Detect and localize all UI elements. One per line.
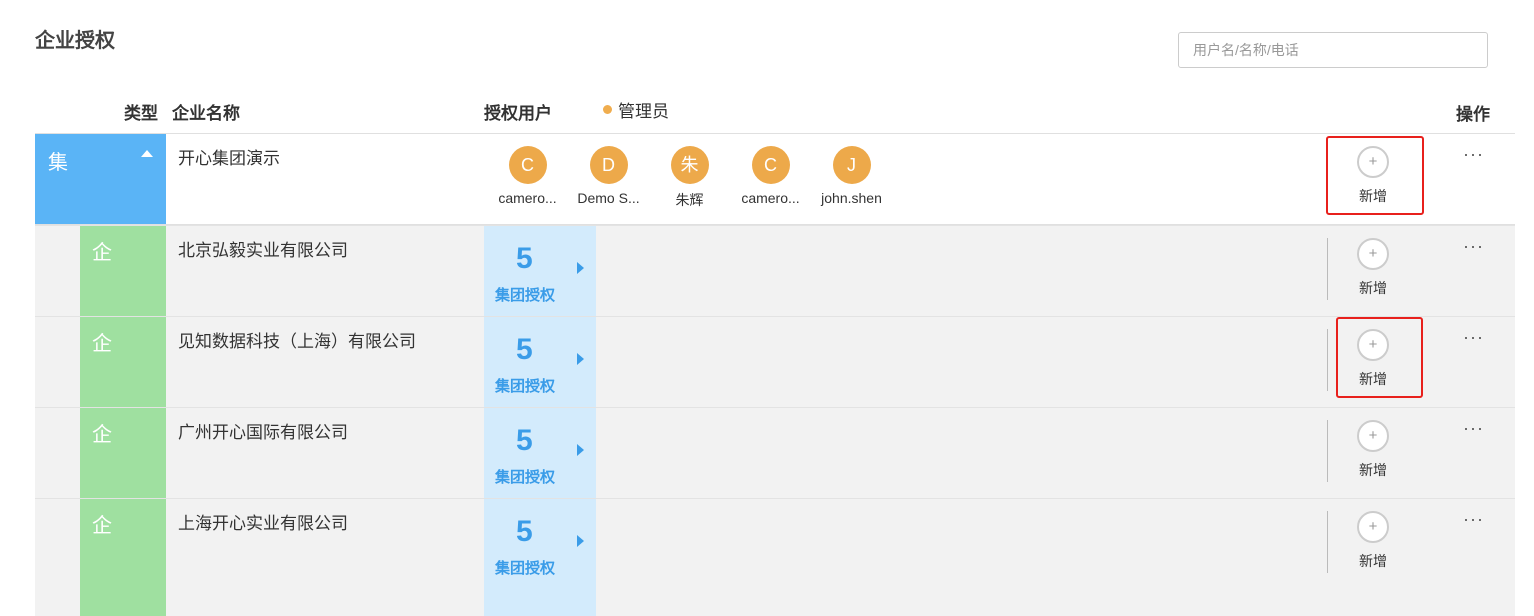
enterprise-type-label: 企	[92, 424, 112, 446]
add-button[interactable]: + 新增	[1342, 420, 1404, 480]
user-name: 朱辉	[675, 192, 704, 208]
user-item[interactable]: C camero...	[487, 146, 568, 210]
enterprise-row: 企 见知数据科技（上海）有限公司 5 集团授权 + 新增 ···	[35, 316, 1515, 407]
enterprise-row: 企 上海开心实业有限公司 5 集团授权 + 新增 ···	[35, 498, 1515, 616]
header-name: 企业名称	[172, 104, 240, 123]
divider	[1327, 420, 1328, 482]
auth-count: 5	[516, 424, 533, 457]
auth-label: 集团授权	[495, 287, 556, 304]
plus-icon[interactable]: +	[1357, 238, 1389, 270]
enterprise-type-label: 企	[92, 242, 112, 264]
collapse-caret-icon[interactable]	[141, 150, 153, 157]
auth-count: 5	[516, 242, 533, 275]
auth-count: 5	[516, 333, 533, 366]
more-options-icon[interactable]: ···	[1463, 509, 1484, 530]
expand-arrow-icon[interactable]	[577, 444, 584, 456]
expand-arrow-icon[interactable]	[577, 262, 584, 274]
user-item[interactable]: D Demo S...	[568, 146, 649, 210]
add-button[interactable]: + 新增	[1342, 511, 1404, 571]
plus-icon[interactable]: +	[1357, 420, 1389, 452]
group-name: 开心集团演示	[178, 149, 280, 168]
enterprise-name: 上海开心实业有限公司	[178, 514, 348, 533]
group-row: 集 开心集团演示 C camero... D Demo S... 朱 朱辉 C …	[35, 134, 1515, 225]
group-type-cell[interactable]: 集	[35, 134, 166, 224]
user-item[interactable]: C camero...	[730, 146, 811, 210]
avatar[interactable]: C	[508, 146, 547, 184]
add-label: 新增	[1359, 553, 1387, 569]
highlight-box	[1336, 317, 1423, 398]
highlight-box	[1326, 136, 1424, 215]
enterprise-name: 见知数据科技（上海）有限公司	[178, 332, 416, 351]
auth-label: 集团授权	[495, 469, 556, 486]
divider	[1327, 511, 1328, 573]
auth-label: 集团授权	[495, 378, 556, 395]
enterprise-row: 企 广州开心国际有限公司 5 集团授权 + 新增 ···	[35, 407, 1515, 498]
admin-legend: 管理员	[603, 97, 669, 122]
avatar[interactable]: C	[751, 146, 790, 184]
enterprise-type-cell: 企	[80, 408, 166, 498]
divider	[1327, 329, 1328, 391]
enterprise-type-cell: 企	[80, 317, 166, 407]
auth-label: 集团授权	[495, 560, 556, 577]
avatar[interactable]: D	[589, 146, 628, 184]
enterprise-type-cell: 企	[80, 499, 166, 616]
user-name: Demo S...	[577, 190, 640, 206]
user-name: camero...	[498, 190, 557, 206]
group-auth-cell[interactable]: 5 集团授权	[484, 317, 596, 407]
add-label: 新增	[1359, 280, 1387, 296]
more-options-icon[interactable]: ···	[1463, 327, 1484, 348]
auth-count: 5	[516, 515, 533, 548]
add-label: 新增	[1359, 462, 1387, 478]
header-users: 授权用户	[484, 104, 552, 123]
more-options-icon[interactable]: ···	[1463, 144, 1484, 165]
enterprise-name: 广州开心国际有限公司	[178, 423, 348, 442]
group-type-label: 集	[48, 152, 68, 174]
authorized-users: C camero... D Demo S... 朱 朱辉 C camero...…	[487, 146, 892, 210]
expand-arrow-icon[interactable]	[577, 353, 584, 365]
enterprise-name: 北京弘毅实业有限公司	[178, 241, 348, 260]
user-name: john.shen	[821, 190, 882, 206]
header-type: 类型	[124, 104, 158, 123]
enterprise-type-cell: 企	[80, 226, 166, 316]
plus-icon[interactable]: +	[1357, 511, 1389, 543]
page-title: 企业授权	[35, 30, 115, 52]
enterprise-type-label: 企	[92, 515, 112, 537]
enterprise-type-label: 企	[92, 333, 112, 355]
admin-dot-icon	[603, 105, 612, 114]
user-item[interactable]: J john.shen	[811, 146, 892, 210]
group-auth-cell[interactable]: 5 集团授权	[484, 226, 596, 316]
divider	[1327, 238, 1328, 300]
search-input[interactable]	[1178, 32, 1488, 68]
group-auth-cell[interactable]: 5 集团授权	[484, 499, 596, 616]
avatar[interactable]: J	[832, 146, 871, 184]
user-item[interactable]: 朱 朱辉	[649, 146, 730, 210]
user-name: camero...	[741, 190, 800, 206]
group-auth-cell[interactable]: 5 集团授权	[484, 408, 596, 498]
avatar[interactable]: 朱	[670, 146, 709, 184]
more-options-icon[interactable]: ···	[1463, 418, 1484, 439]
admin-legend-label: 管理员	[618, 102, 669, 121]
header-operations: 操作	[1456, 105, 1490, 124]
more-options-icon[interactable]: ···	[1463, 236, 1484, 257]
enterprise-row: 企 北京弘毅实业有限公司 5 集团授权 + 新增 ···	[35, 225, 1515, 316]
expand-arrow-icon[interactable]	[577, 535, 584, 547]
add-button[interactable]: + 新增	[1342, 238, 1404, 298]
